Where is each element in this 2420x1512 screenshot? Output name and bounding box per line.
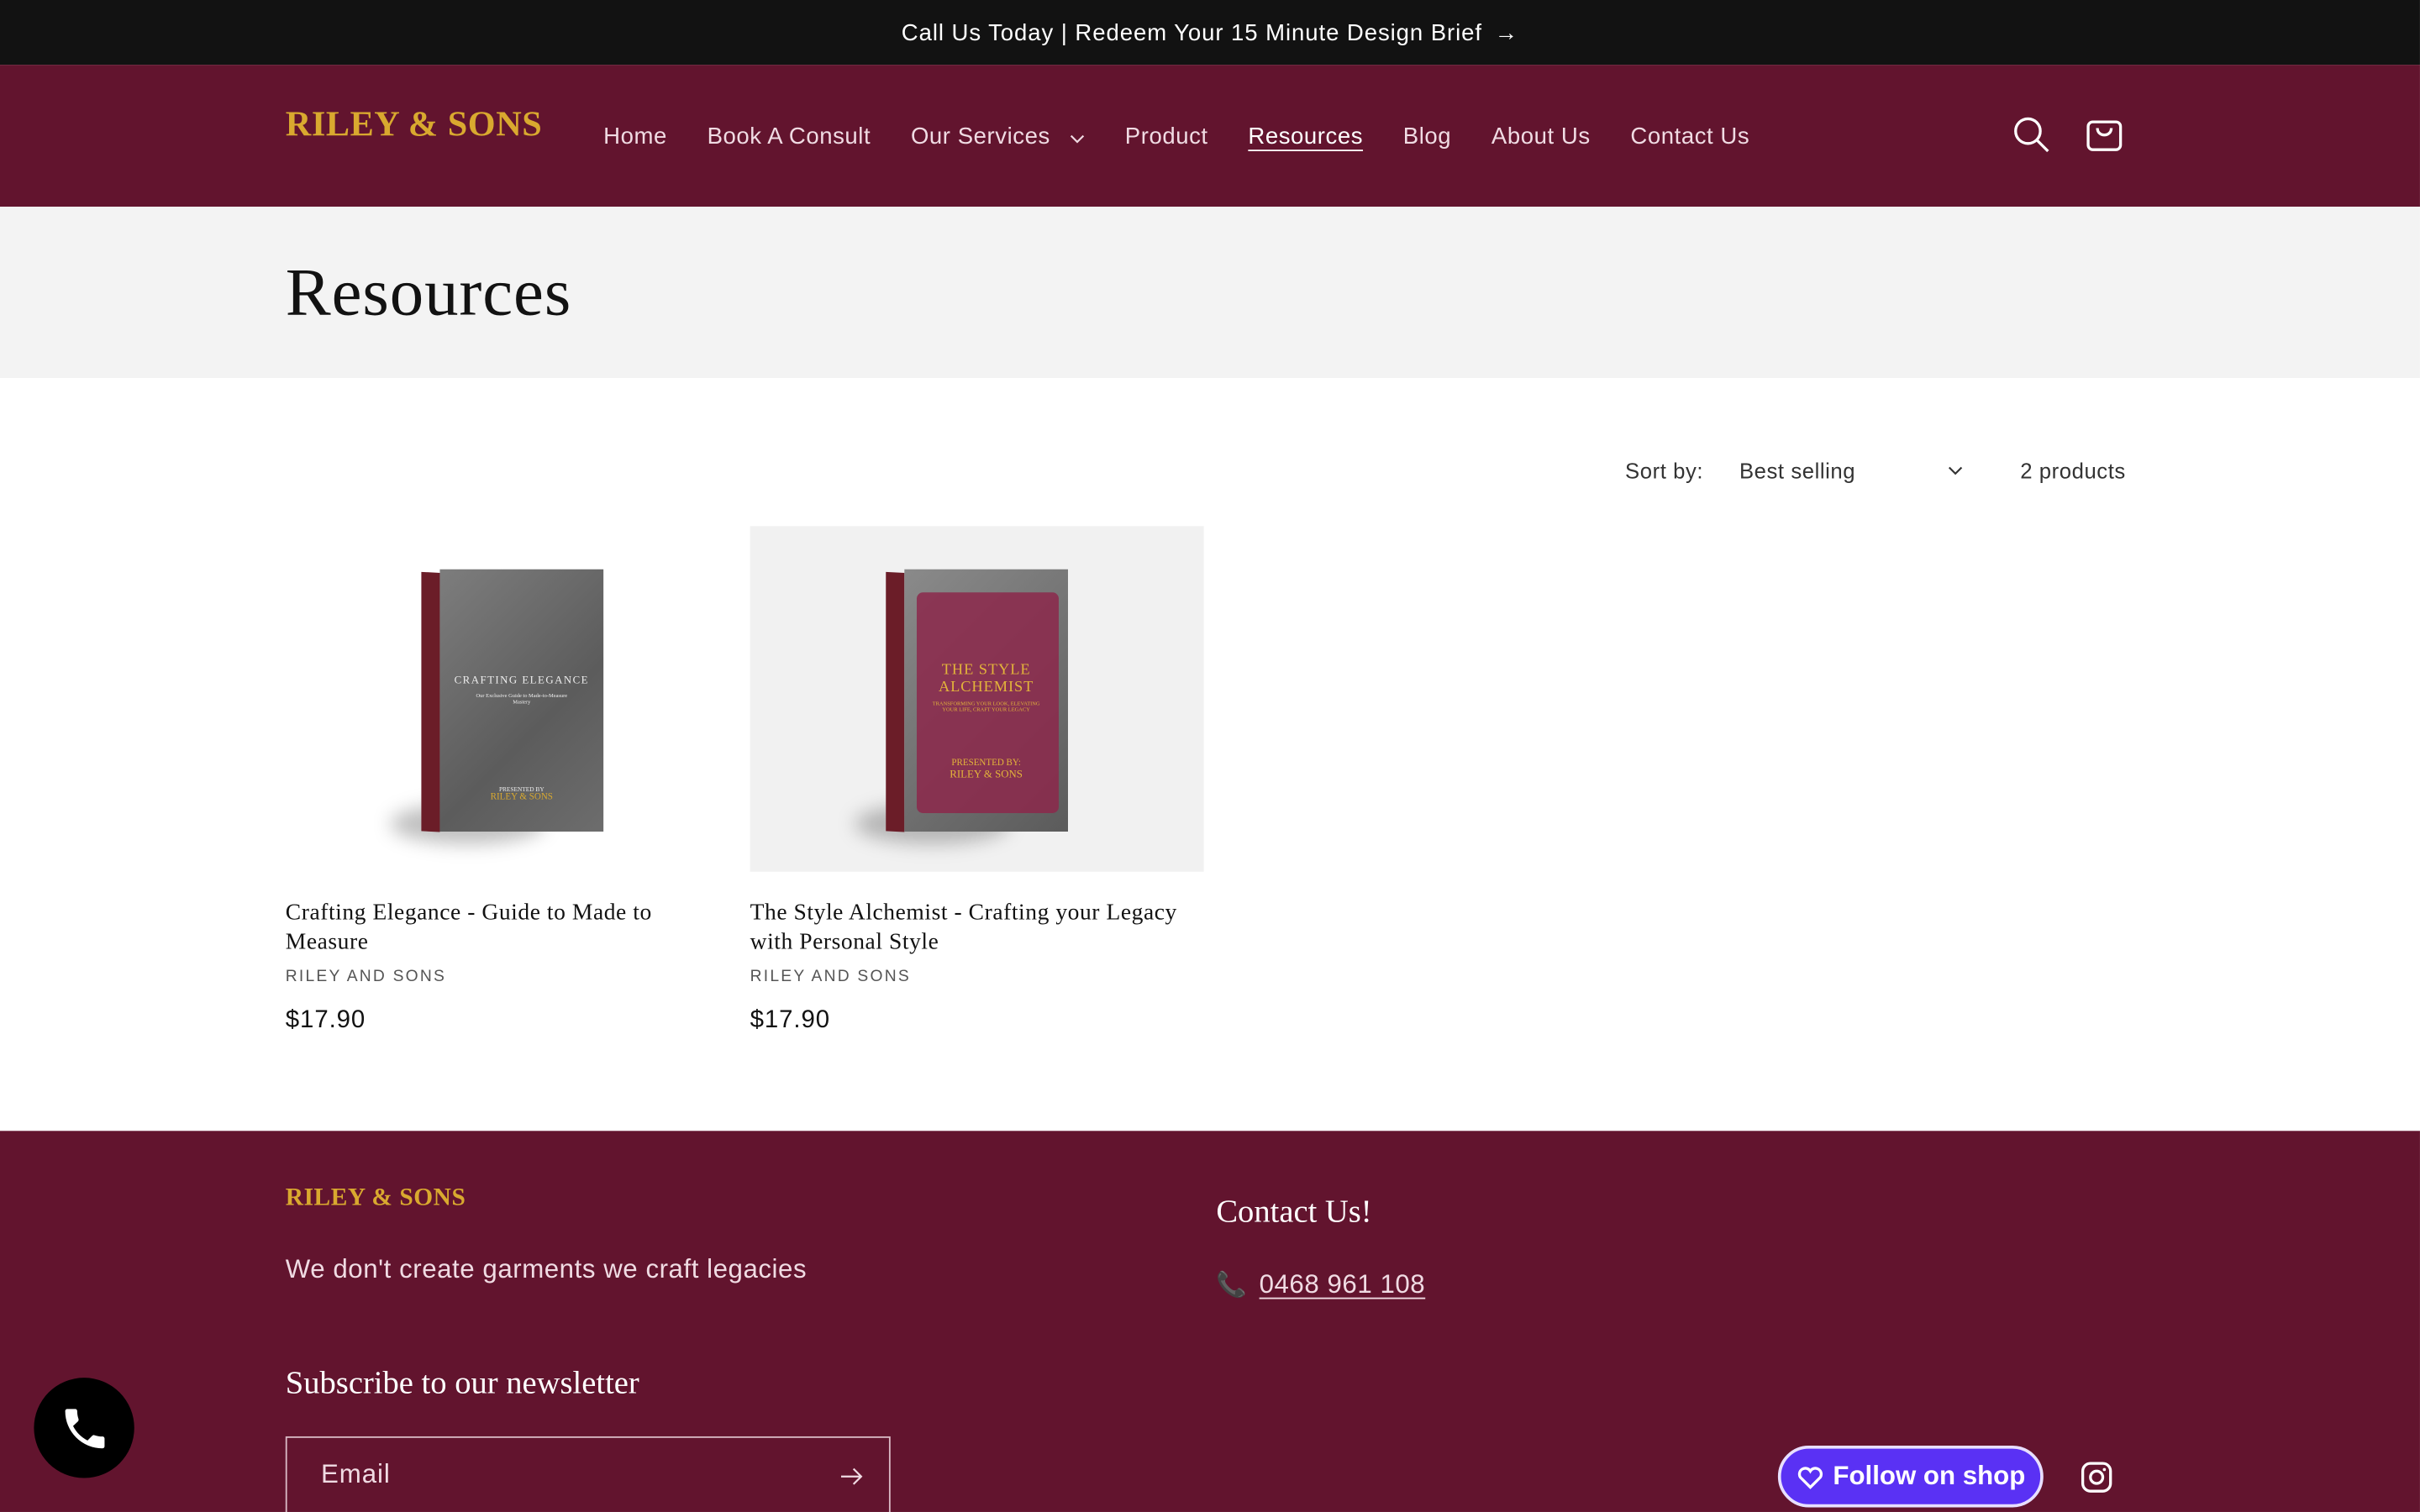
contact-heading: Contact Us! bbox=[1216, 1192, 1372, 1230]
product-image[interactable]: THE STYLE ALCHEMIST TRANSFORMING YOUR LO… bbox=[750, 526, 1204, 872]
product-title[interactable]: The Style Alchemist - Crafting your Lega… bbox=[750, 900, 1204, 958]
nav-our-services[interactable]: Our Services bbox=[911, 123, 1085, 149]
announcement-bar[interactable]: Call Us Today | Redeem Your 15 Minute De… bbox=[0, 0, 2420, 66]
follow-on-shop-button[interactable]: Follow on shop bbox=[1777, 1445, 2044, 1508]
cover-brand: RILEY & SONS bbox=[950, 768, 1023, 781]
follow-label: Follow on shop bbox=[1833, 1461, 2026, 1491]
logo[interactable]: RILEY & SONS bbox=[286, 105, 543, 145]
product-price: $17.90 bbox=[750, 1007, 831, 1034]
announcement-text: Call Us Today | Redeem Your 15 Minute De… bbox=[901, 18, 1482, 46]
newsletter-heading: Subscribe to our newsletter bbox=[285, 1363, 639, 1401]
main-nav: Home Book A Consult Our Services Product… bbox=[603, 65, 1749, 207]
nav-resources[interactable]: Resources bbox=[1248, 123, 1363, 149]
cover-subtitle: TRANSFORMING YOUR LOOK, ELEVATING YOUR L… bbox=[932, 700, 1040, 713]
cover-title: CRAFTING ELEGANCE bbox=[454, 674, 589, 687]
nav-book-a-consult[interactable]: Book A Consult bbox=[708, 123, 871, 149]
page-title: Resources bbox=[285, 255, 572, 331]
cover-title: THE STYLE ALCHEMIST bbox=[938, 661, 1034, 696]
nav-contact-us[interactable]: Contact Us bbox=[1630, 123, 1749, 149]
site-header: RILEY & SONS Home Book A Consult Our Ser… bbox=[0, 65, 2420, 207]
email-placeholder: Email bbox=[321, 1459, 391, 1489]
product-title[interactable]: Crafting Elegance - Guide to Made to Mea… bbox=[286, 900, 739, 958]
footer-logo[interactable]: RILEY & SONS bbox=[286, 1185, 466, 1213]
cover-presented: PRESENTED BY bbox=[498, 785, 544, 794]
product-card[interactable]: THE STYLE ALCHEMIST TRANSFORMING YOUR LO… bbox=[750, 526, 1204, 1035]
cover-brand: RILEY & SONS bbox=[490, 793, 553, 803]
instagram-icon[interactable] bbox=[2081, 1461, 2113, 1494]
footer-tagline: We don't create garments we craft legaci… bbox=[285, 1254, 808, 1284]
product-vendor: RILEY AND SONS bbox=[750, 967, 911, 986]
sort-label: Sort by: bbox=[1625, 458, 1704, 483]
nav-about-us[interactable]: About Us bbox=[1491, 123, 1591, 149]
cover-subtitle: Our Exclusive Guide to Made-to-Measure M… bbox=[476, 692, 568, 706]
phone-icon bbox=[64, 1408, 104, 1448]
nav-our-services-label: Our Services bbox=[910, 123, 1050, 150]
cart-icon[interactable] bbox=[2082, 111, 2128, 157]
product-vendor: RILEY AND SONS bbox=[285, 967, 447, 986]
sort-value: Best selling bbox=[1739, 458, 1856, 483]
product-count: 2 products bbox=[2020, 458, 2126, 483]
sort-select[interactable]: Best selling bbox=[1739, 458, 1963, 483]
arrow-right-icon: → bbox=[1494, 18, 1519, 46]
phone-link[interactable]: 0468 961 108 bbox=[1260, 1270, 1426, 1301]
arrow-right-icon[interactable] bbox=[839, 1467, 864, 1486]
heart-icon bbox=[1797, 1466, 1823, 1488]
product-image[interactable]: CRAFTING ELEGANCE Our Exclusive Guide to… bbox=[285, 526, 739, 872]
book-cover-image: THE STYLE ALCHEMIST TRANSFORMING YOUR LO… bbox=[855, 569, 1068, 844]
collection-banner: Resources bbox=[0, 207, 2420, 378]
call-button[interactable] bbox=[34, 1378, 134, 1478]
chevron-down-icon bbox=[1948, 466, 1963, 475]
product-card[interactable]: CRAFTING ELEGANCE Our Exclusive Guide to… bbox=[285, 526, 739, 1035]
nav-blog[interactable]: Blog bbox=[1403, 123, 1451, 149]
email-input[interactable]: Email bbox=[285, 1436, 891, 1512]
nav-product[interactable]: Product bbox=[1125, 123, 1208, 149]
nav-home[interactable]: Home bbox=[603, 123, 667, 149]
site-footer: RILEY & SONS We don't create garments we… bbox=[0, 1131, 2420, 1512]
phone-icon: 📞 bbox=[1216, 1273, 1247, 1299]
search-icon[interactable] bbox=[2008, 111, 2054, 157]
product-price: $17.90 bbox=[285, 1007, 366, 1034]
book-cover-image: CRAFTING ELEGANCE Our Exclusive Guide to… bbox=[390, 569, 604, 844]
cover-presented: PRESENTED BY: bbox=[951, 759, 1021, 769]
chevron-down-icon bbox=[1070, 134, 1084, 143]
